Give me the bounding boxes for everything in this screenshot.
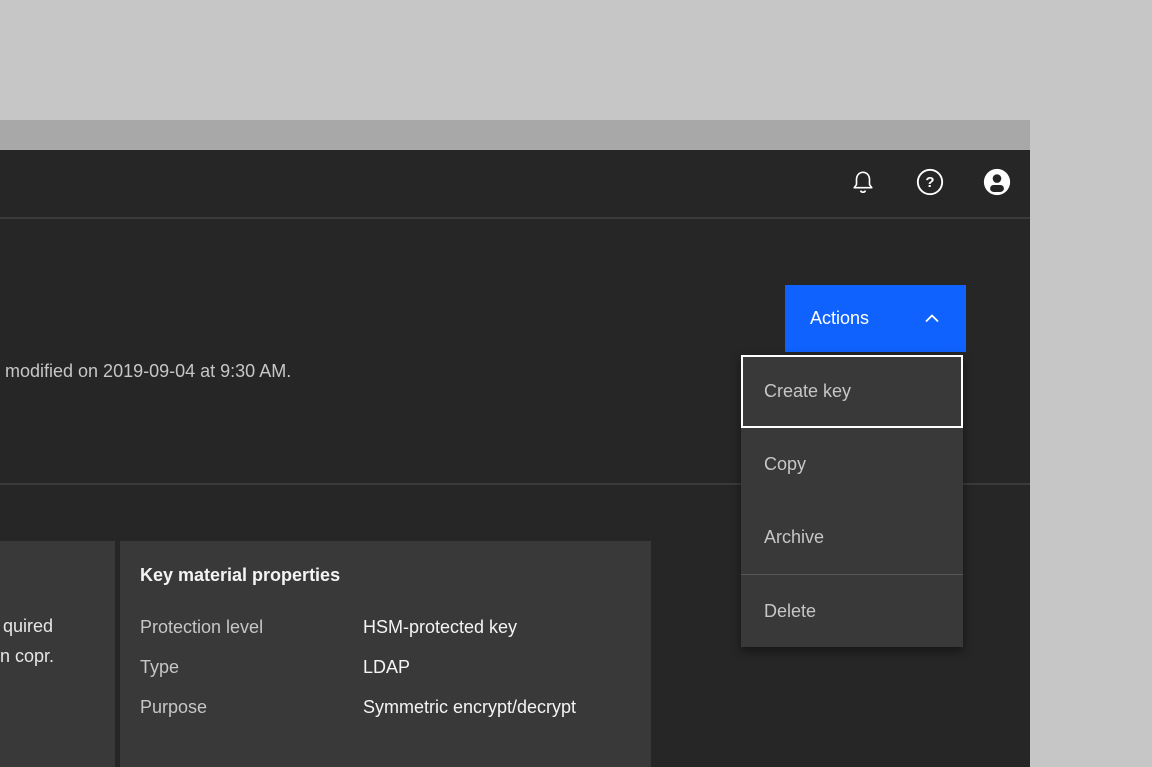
app-header: ? <box>0 150 1030 219</box>
svg-text:?: ? <box>925 174 934 191</box>
bell-icon <box>850 169 876 198</box>
last-modified-text: modified on 2019-09-04 at 9:30 AM. <box>5 361 292 381</box>
key-material-properties-card: Key material properties Protection level… <box>120 541 651 767</box>
chevron-up-icon <box>925 311 939 326</box>
actions-button[interactable]: Actions <box>785 285 966 352</box>
property-value: Symmetric encrypt/decrypt <box>363 697 577 717</box>
property-label: Protection level <box>140 617 264 637</box>
menu-item-copy[interactable]: Copy <box>741 428 963 501</box>
clipped-text-line-1: quired <box>3 616 54 636</box>
help-button[interactable]: ? <box>896 150 963 217</box>
menu-item-create-key[interactable]: Create key <box>741 355 963 428</box>
property-label: Purpose <box>140 697 208 717</box>
window-titlebar <box>0 120 1030 150</box>
property-value: HSM-protected key <box>363 617 518 637</box>
properties-table: Protection level HSM-protected key Type … <box>140 615 631 719</box>
card-title: Key material properties <box>140 565 341 585</box>
clipped-text-line-2: n copr. <box>0 646 55 666</box>
user-avatar-icon <box>982 167 1012 200</box>
notifications-button[interactable] <box>829 150 896 217</box>
menu-item-delete[interactable]: Delete <box>741 574 963 647</box>
property-value: LDAP <box>363 657 411 677</box>
help-icon: ? <box>915 167 945 200</box>
actions-button-label: Actions <box>810 308 870 328</box>
menu-item-archive[interactable]: Archive <box>741 501 963 574</box>
actions-dropdown-menu: Create key Copy Archive Delete <box>741 355 963 647</box>
user-avatar-button[interactable] <box>963 150 1030 217</box>
property-label: Type <box>140 657 180 677</box>
description-card-clipped: quired n copr. <box>0 541 115 767</box>
